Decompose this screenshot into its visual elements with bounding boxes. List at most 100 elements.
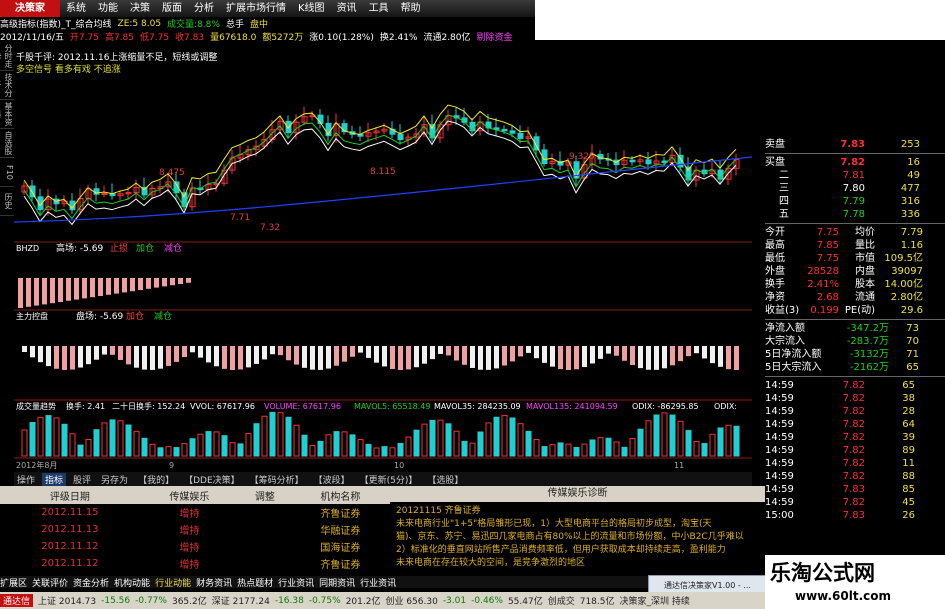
tab-operate[interactable]: 操作 [14,473,38,486]
tab-mine[interactable]: 【我的】 [135,473,177,486]
indicator-name[interactable]: 高级指标(指数)_T_综合均线 [0,17,112,30]
ind2-bar [502,346,507,366]
side-tab-f10[interactable]: F10 [0,158,14,187]
buy-label-1: 买盘 [765,157,785,168]
ind2-bar [678,346,683,362]
btab-fund[interactable]: 资金分析 [73,576,109,589]
sub1-label: BHZD [16,244,39,253]
tick-list: 14:59 7.82 65 14:59 7.82 38 14:59 7.82 28 14:59 7.… [765,379,945,522]
menu-kline[interactable]: K线图 [292,0,331,17]
side-tab-technical[interactable]: 技术分析 [0,71,14,100]
ind2-bar [422,346,427,364]
menu-decision[interactable]: 决策 [124,0,156,17]
btab-hot[interactable]: 热点题材 [237,576,273,589]
ind2-bar [406,346,411,370]
flow-row: 5日大宗流入 -2162万 65 [765,361,945,374]
rating-adj [239,555,291,572]
vol-bar [109,419,116,457]
tick-t: 14:59 [765,497,794,508]
side-tab-timeshare[interactable]: 分时走势 [0,42,14,71]
buy-vol-4: 316 [900,196,920,207]
rating-inst: 华融证券 [320,526,361,537]
btab-ind-news2[interactable]: 行业资讯 [360,576,396,589]
menu-function[interactable]: 功能 [92,0,124,17]
ind2-bar [30,346,35,358]
vol-bar [173,447,180,457]
vol-turnover20: 二十日换手: 152.24 [112,401,185,411]
btab-industry[interactable]: 行业动能 [155,576,191,589]
vol-bar [717,427,724,457]
ind2-bar [230,346,235,370]
menu-tools[interactable]: 工具 [363,0,395,17]
btab-inst[interactable]: 机构动能 [114,576,150,589]
rating-row[interactable]: 2012.11.12 增持 国海证券 [0,538,390,555]
btab-finance[interactable]: 财务资讯 [196,576,232,589]
btab-peer[interactable]: 同期资讯 [319,576,355,589]
rating-row[interactable]: 2012.11.12 增持 齐鲁证券 [0,555,390,572]
stat-a: 换手 [765,279,785,290]
flows-block: 净流入额 -347.2万 73 大宗流入 -283.7万 70 5日净流入额 -3132万 71… [765,322,945,374]
menu-news[interactable]: 资讯 [331,0,363,17]
ind2-bar [654,346,659,370]
menu-layout[interactable]: 版面 [156,0,188,17]
kline-chart[interactable]: 千股千评: 2012.11.16上涨缩量不足，短线或调整 多空信号 看多有戏 不… [14,42,752,470]
bar-low: 低7.75 [140,32,170,43]
menu-analysis[interactable]: 分析 [188,0,220,17]
tab-band[interactable]: 【波段】 [311,473,353,486]
ind2-bar [334,346,339,366]
ind2-bar [518,346,523,357]
ind2-bar [182,346,187,358]
rating-row[interactable]: 2012.11.15 增持 齐鲁证券 [0,504,390,521]
side-tab-watchlist[interactable]: 自选股 [0,129,14,158]
ind2-bar [718,346,723,367]
tick-t: 14:59 [765,458,794,469]
ind2-bar [78,346,83,368]
ind2-bar [342,346,347,362]
side-tab-basic[interactable]: 基本资料 [0,100,14,129]
tab-update[interactable]: 【更新(5分)】 [357,473,421,486]
ind2-bar [702,346,707,359]
tab-chip[interactable]: 【筹码分析】 [247,473,307,486]
status-item: 55.47亿 [507,597,543,607]
side-tab-history[interactable]: 历史 [0,187,14,216]
tick-p: 7.83 [842,484,865,495]
btab-related[interactable]: 关联评价 [32,576,68,589]
menu-help[interactable]: 帮助 [395,0,427,17]
vol-turnover: 换手: 2.41 [66,401,105,411]
stat-a: 最低 [765,253,785,264]
tab-dde[interactable]: 【DDE决策】 [181,473,243,486]
ind2-bar [134,346,139,368]
summary-intraday: 盘中 [249,20,268,30]
buy-vol-3: 477 [900,183,920,194]
menu-bar: 决策家 系统 功能 决策 版面 分析 扩展市场行情 K线图 资讯 工具 帮助 [0,0,535,17]
bar-float: 流通2.80亿 [423,32,471,43]
btab-ext[interactable]: 扩展区 [0,576,27,589]
bar-turnover: 换2.41% [379,32,418,43]
candle-body [517,132,524,139]
menu-ext-market[interactable]: 扩展市场行情 [220,0,292,17]
tab-review[interactable]: 股评 [70,473,94,486]
tab-indicator[interactable]: 指标 [42,472,67,486]
ind1-bar [162,278,167,287]
ind1-bar [26,278,31,307]
rating-row[interactable]: 2012.11.13 增持 华融证券 [0,521,390,538]
ind2-bar [190,346,195,353]
tab-saveas[interactable]: 另存为 [98,473,131,486]
buy-price-4: 7.79 [842,196,865,207]
stats-block: 今开 7.75 均价 7.79 最高 7.85 量比 1.16 最低 7.75 市值 109.5亿 外盘… [765,226,945,317]
stat-row: 今开 7.75 均价 7.79 [765,226,945,239]
btab-ind-news[interactable]: 行业资讯 [278,576,314,589]
ind1-bar [82,278,87,299]
diagnosis-line: 未来电商在存在较大的空间，是竞争激烈的地区 [396,558,586,568]
diagnosis-panel: 传媒娱乐诊断 20121115 齐鲁证券 未来电商行业"1+5"格局雏形已现，1… [390,486,765,576]
tick-t: 14:59 [765,380,794,391]
vol-bar [317,440,324,457]
tab-pick[interactable]: 【选股】 [424,473,466,486]
ind2-bar [70,346,75,370]
ind2-bar [286,346,291,361]
menu-system[interactable]: 系统 [60,0,92,17]
ind2-bar [22,346,27,352]
sub1-add: 加仓 [136,242,154,254]
candle-body [397,133,404,141]
ind2-bar [710,346,715,364]
